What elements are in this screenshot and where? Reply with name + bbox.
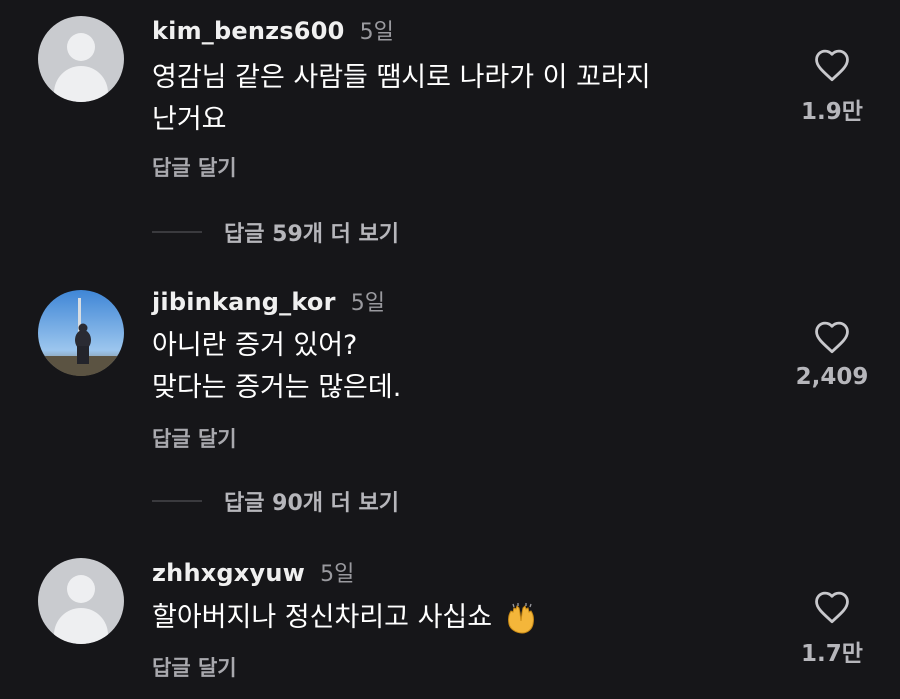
username[interactable]: kim_benzs600 [152, 17, 345, 45]
comment-header: kim_benzs600 5일 [152, 14, 394, 46]
heart-icon[interactable] [813, 48, 851, 82]
timestamp: 5일 [359, 20, 394, 45]
avatar[interactable] [38, 290, 124, 376]
like-count: 1.7만 [801, 641, 863, 667]
comment-header: zhhxgxyuw 5일 [152, 556, 354, 588]
view-more-replies[interactable]: 답글 59개 더 보기 [152, 216, 399, 248]
like-count: 2,409 [795, 364, 869, 390]
raising-hands-emoji-icon [507, 602, 534, 634]
avatar[interactable] [38, 16, 124, 102]
view-more-replies[interactable]: 답글 90개 더 보기 [152, 485, 399, 517]
divider [152, 500, 202, 502]
comment-text: 영감님 같은 사람들 땜시로 나라가 이 꼬라지 난거요 [152, 62, 651, 135]
comment-header: jibinkang_kor 5일 [152, 285, 385, 317]
like-button[interactable]: 1.7만 [792, 590, 872, 668]
reply-button[interactable]: 답글 달기 [152, 423, 237, 453]
divider [152, 231, 202, 233]
reply-button[interactable]: 답글 달기 [152, 652, 237, 682]
view-more-replies-label[interactable]: 답글 90개 더 보기 [224, 491, 399, 516]
view-more-replies-label[interactable]: 답글 59개 더 보기 [224, 222, 399, 247]
username[interactable]: jibinkang_kor [152, 288, 336, 316]
avatar[interactable] [38, 558, 124, 644]
comment-text: 할아버지나 정신차리고 사십쇼 [152, 602, 493, 633]
like-button[interactable]: 1.9만 [792, 48, 872, 126]
reply-button[interactable]: 답글 달기 [152, 152, 237, 182]
heart-icon[interactable] [813, 590, 851, 624]
timestamp: 5일 [320, 562, 355, 587]
comment-text-row: 할아버지나 정신차리고 사십쇼 [152, 597, 539, 639]
timestamp: 5일 [350, 291, 385, 316]
avatar-photo [38, 290, 124, 376]
comment-text: 아니란 증거 있어? 맞다는 증거는 많은데. [152, 330, 402, 403]
like-button[interactable]: 2,409 [792, 320, 872, 390]
like-count: 1.9만 [801, 99, 863, 125]
username[interactable]: zhhxgxyuw [152, 559, 305, 587]
heart-icon[interactable] [813, 320, 851, 354]
